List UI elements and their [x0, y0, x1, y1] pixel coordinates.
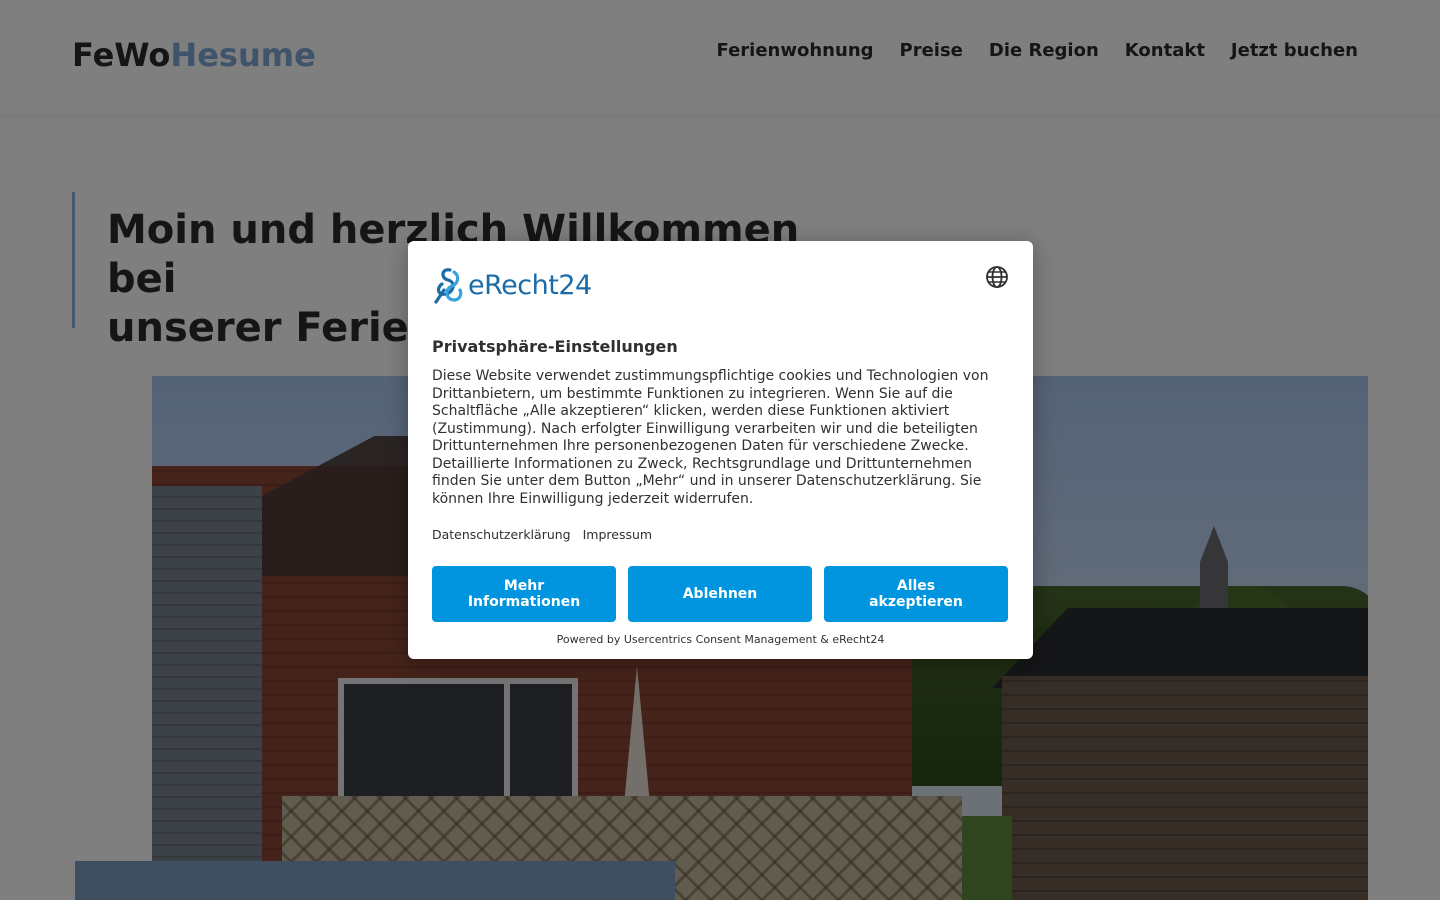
consent-description: Diese Website verwendet zustimmungspflic…: [432, 368, 989, 507]
imprint-link[interactable]: Impressum: [583, 527, 652, 542]
accept-all-button[interactable]: Alles akzeptieren: [824, 566, 1008, 622]
erecht24-mark-icon: [434, 268, 463, 304]
more-info-button[interactable]: Mehr Informationen: [432, 566, 616, 622]
powered-by-text: Powered by Usercentrics Consent Manageme…: [556, 633, 885, 646]
consent-dialog: eRecht24 Privatsphäre-Einstellungen Dies…: [408, 241, 1033, 659]
privacy-policy-link[interactable]: Datenschutzerklärung: [432, 527, 571, 542]
language-button[interactable]: [985, 265, 1009, 289]
consent-buttons: Mehr Informationen Ablehnen Alles akzept…: [432, 566, 1008, 622]
erecht24-wordmark: eRecht24: [468, 269, 592, 301]
consent-links: Datenschutzerklärung Impressum: [432, 527, 652, 542]
deny-button[interactable]: Ablehnen: [628, 566, 812, 622]
consent-title: Privatsphäre-Einstellungen: [432, 337, 678, 356]
erecht24-logo: eRecht24: [432, 265, 592, 305]
globe-icon: [986, 266, 1008, 288]
